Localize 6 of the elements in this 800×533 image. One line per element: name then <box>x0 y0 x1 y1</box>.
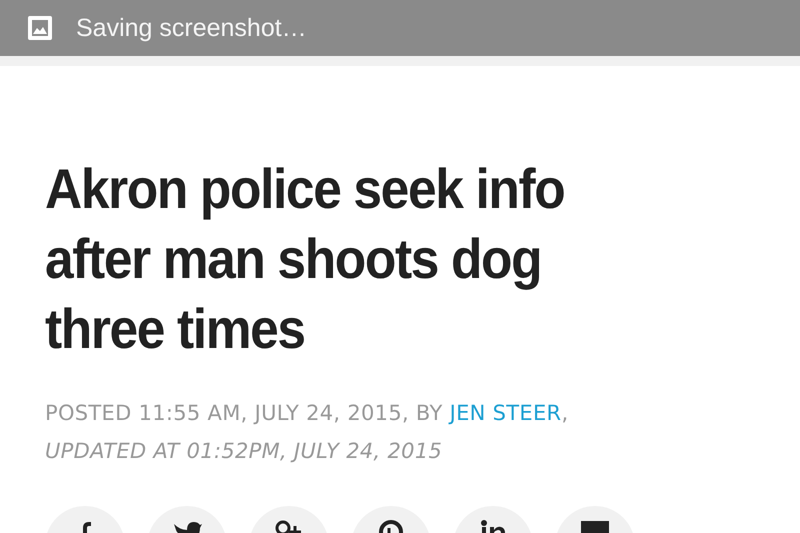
image-icon <box>27 15 53 41</box>
article-headline: Akron police seek info after man shoots dog three times <box>45 156 566 362</box>
author-link[interactable]: JEN STEER <box>450 401 562 425</box>
updated-text: UPDATED AT 01:52PM, JULY 24, 2015 <box>45 438 444 465</box>
byline-text: POSTED 11:55 AM, JULY 24, 2015, BY JEN STEER, <box>45 400 570 427</box>
notification-text: Saving screenshot… <box>76 14 307 42</box>
